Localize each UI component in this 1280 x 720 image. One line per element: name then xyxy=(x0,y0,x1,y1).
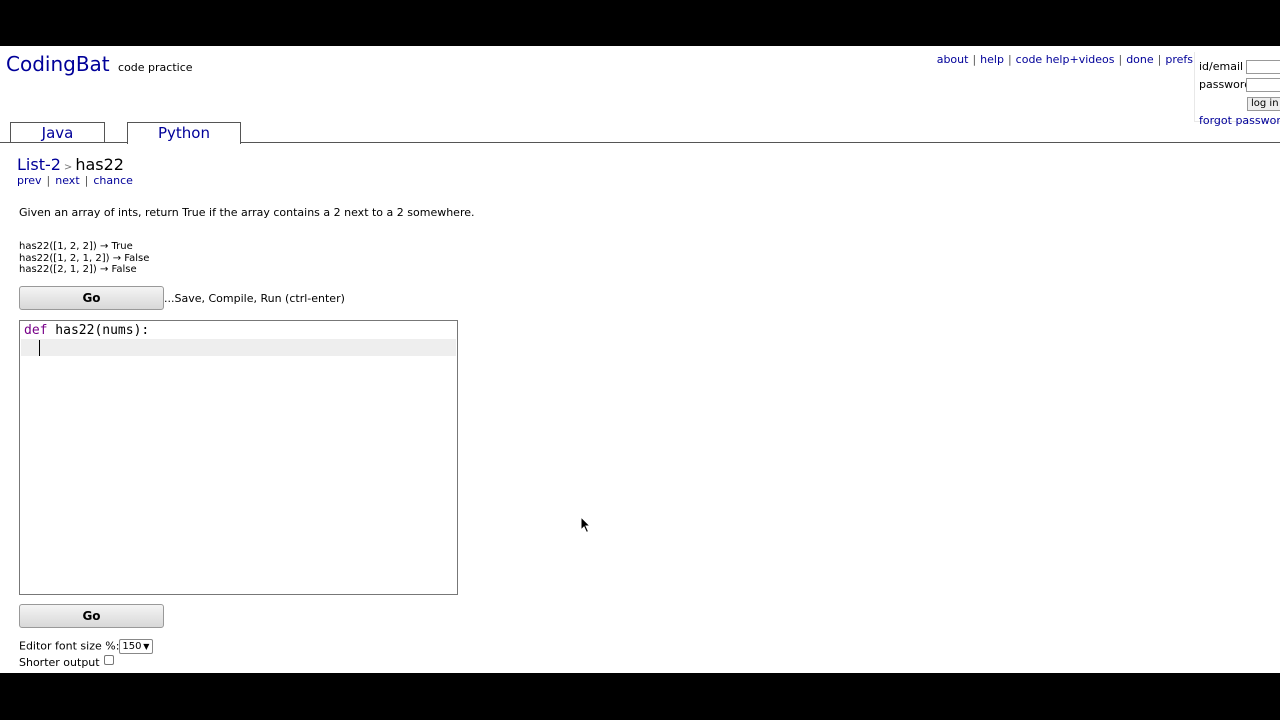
login-panel: id/email password log in forgot password xyxy=(1194,52,1280,127)
go-button-bottom[interactable]: Go xyxy=(19,604,164,628)
active-line xyxy=(21,339,456,356)
mouse-cursor-icon xyxy=(580,516,592,534)
separator: | xyxy=(1007,53,1012,66)
password-input[interactable] xyxy=(1246,78,1280,92)
font-size-select[interactable]: 150 ▼ xyxy=(119,639,154,654)
top-links: about | help | code help+videos | done | prefs xyxy=(937,53,1193,66)
code-help-videos-link[interactable]: code help+videos xyxy=(1016,53,1115,66)
logo-name[interactable]: CodingBat xyxy=(6,52,110,76)
tab-python[interactable]: Python xyxy=(127,122,241,144)
logo[interactable]: CodingBat code practice xyxy=(6,52,193,76)
chevron-down-icon: ▼ xyxy=(143,642,150,651)
next-link[interactable]: next xyxy=(55,174,79,187)
chance-link[interactable]: chance xyxy=(93,174,133,187)
prev-link[interactable]: prev xyxy=(17,174,42,187)
example-item: has22([1, 2, 2]) → True xyxy=(19,241,133,252)
forgot-password-link[interactable]: forgot password xyxy=(1199,114,1280,127)
example-item: has22([2, 1, 2]) → False xyxy=(19,264,137,276)
font-size-label: Editor font size %: xyxy=(19,639,120,653)
tab-java[interactable]: Java xyxy=(10,122,105,143)
keyword: def xyxy=(24,323,48,338)
id-email-label: id/email xyxy=(1199,60,1244,73)
help-link[interactable]: help xyxy=(980,53,1004,66)
separator: | xyxy=(1157,53,1162,66)
editor-font-size: Editor font size %: 150 ▼ xyxy=(19,639,154,654)
prefs-link[interactable]: prefs xyxy=(1165,53,1193,66)
id-email-input[interactable] xyxy=(1246,60,1280,74)
separator: | xyxy=(46,174,51,187)
example-item: has22([1, 2, 1, 2]) → False xyxy=(19,252,150,264)
done-link[interactable]: done xyxy=(1126,53,1153,66)
log-in-button[interactable]: log in xyxy=(1247,97,1280,111)
problem-description: Given an array of ints, return True if t… xyxy=(19,206,475,219)
problem-title: has22 xyxy=(75,155,124,174)
breadcrumb: List-2 > has22 xyxy=(17,155,124,174)
text-cursor xyxy=(39,340,40,356)
function-signature: has22(nums): xyxy=(47,323,150,338)
run-hint: ...Save, Compile, Run (ctrl-enter) xyxy=(164,292,345,305)
shorter-output-checkbox[interactable] xyxy=(103,655,114,665)
breadcrumb-section-link[interactable]: List-2 xyxy=(17,155,61,174)
examples-list: has22([1, 2, 2]) → True has22([1, 2, 1, … xyxy=(19,241,149,276)
code-editor[interactable]: def has22(nums): xyxy=(19,320,458,595)
go-button-top[interactable]: Go xyxy=(19,286,164,310)
breadcrumb-separator: > xyxy=(63,162,73,173)
problem-nav: prev | next | chance xyxy=(17,174,133,187)
font-size-value: 150 xyxy=(122,641,142,652)
code-line-1: def has22(nums): xyxy=(24,322,149,339)
separator: | xyxy=(84,174,89,187)
about-link[interactable]: about xyxy=(937,53,969,66)
separator: | xyxy=(972,53,977,66)
separator: | xyxy=(1118,53,1123,66)
password-label: password xyxy=(1199,78,1252,91)
shorter-output: Shorter output xyxy=(19,655,114,669)
shorter-output-label: Shorter output xyxy=(19,656,100,669)
logo-tagline: code practice xyxy=(118,61,193,74)
page: CodingBat code practice about | help | code … xyxy=(0,46,1280,673)
